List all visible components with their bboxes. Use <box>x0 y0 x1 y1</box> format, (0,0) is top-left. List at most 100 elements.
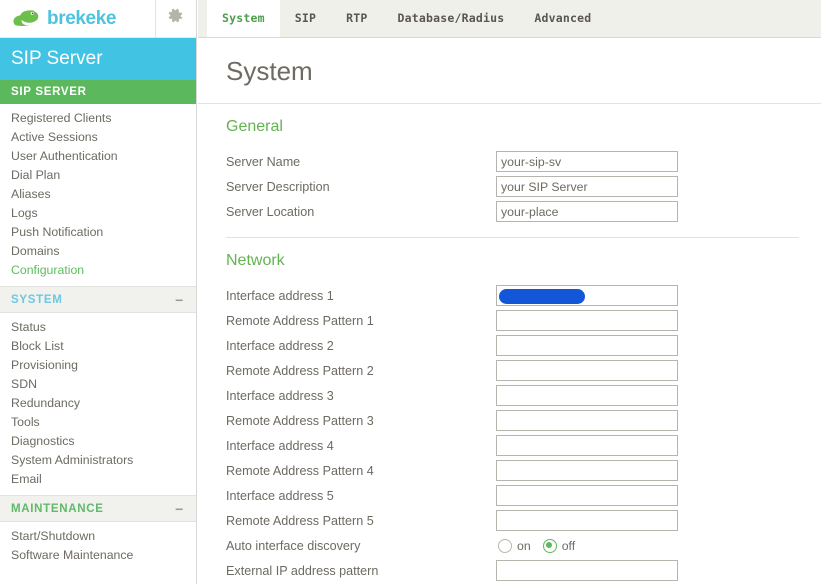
settings-button[interactable] <box>155 0 196 38</box>
field-label: Remote Address Pattern 2 <box>226 363 374 378</box>
sidebar-group-label: SYSTEM <box>11 293 63 306</box>
brand-name: brekeke <box>47 7 117 29</box>
form-row: Server Description <box>226 174 821 199</box>
field-label: External IP address pattern <box>226 563 379 578</box>
server-location-input[interactable] <box>496 201 678 222</box>
field-control: on off <box>496 535 678 556</box>
field-control <box>496 510 678 531</box>
field-control <box>496 360 678 381</box>
field-control <box>496 176 678 197</box>
form-row: Remote Address Pattern 5 <box>226 508 821 533</box>
redaction-highlight <box>499 289 585 304</box>
radio-button-off-selected[interactable] <box>542 538 557 553</box>
interface-address-1-input[interactable] <box>496 285 678 306</box>
tab-advanced[interactable]: Advanced <box>519 0 606 37</box>
interface-address-3-input[interactable] <box>496 385 678 406</box>
tab-database-radius[interactable]: Database/Radius <box>383 0 520 37</box>
sidebar-item-start-shutdown[interactable]: Start/Shutdown <box>0 527 196 546</box>
field-label: Remote Address Pattern 1 <box>226 313 374 328</box>
remote-address-pattern-1-input[interactable] <box>496 310 678 331</box>
sidebar-banner-title: SIP Server <box>11 48 103 69</box>
sidebar-item-push-notification[interactable]: Push Notification <box>0 223 196 242</box>
radio-button-on[interactable] <box>498 538 512 553</box>
sidebar-item-system-administrators[interactable]: System Administrators <box>0 451 196 470</box>
sidebar-item-registered-clients[interactable]: Registered Clients <box>0 109 196 128</box>
field-control <box>496 435 678 456</box>
external-ip-address-pattern-input[interactable] <box>496 560 678 581</box>
interface-address-4-input[interactable] <box>496 435 678 456</box>
sidebar-item-provisioning[interactable]: Provisioning <box>0 356 196 375</box>
sidebar-item-dial-plan[interactable]: Dial Plan <box>0 166 196 185</box>
radio-option-on[interactable]: on <box>498 538 531 553</box>
form-row: Interface address 3 <box>226 383 821 408</box>
page-header: System <box>198 38 821 104</box>
sidebar-item-user-authentication[interactable]: User Authentication <box>0 147 196 166</box>
field-label: Interface address 3 <box>226 388 334 403</box>
sidebar-group-header-sip-server: SIP SERVER <box>0 80 196 104</box>
section-general: General Server Name Server Description Serv… <box>198 104 821 224</box>
section-network: Network Interface address 1 Remote Address… <box>198 238 821 584</box>
sidebar-item-configuration[interactable]: Configuration <box>0 261 196 280</box>
sidebar-group-label: MAINTENANCE <box>11 502 104 515</box>
form-row: Server Location <box>226 199 821 224</box>
form-row: Server Name <box>226 149 821 174</box>
field-control <box>496 310 678 331</box>
tab-rtp[interactable]: RTP <box>331 0 382 37</box>
sidebar-item-domains[interactable]: Domains <box>0 242 196 261</box>
form-row: Remote Address Pattern 4 <box>226 458 821 483</box>
sidebar-item-active-sessions[interactable]: Active Sessions <box>0 128 196 147</box>
sidebar-list: Registered Clients Active Sessions User Au… <box>0 104 196 286</box>
server-name-input[interactable] <box>496 151 678 172</box>
form-row: Interface address 2 <box>226 333 821 358</box>
remote-address-pattern-4-input[interactable] <box>496 460 678 481</box>
minus-icon[interactable]: − <box>175 293 184 307</box>
sidebar-nav: SIP SERVER Registered Clients Active Sessi… <box>0 80 196 571</box>
sidebar-list: Status Block List Provisioning SDN Redundanc… <box>0 313 196 495</box>
field-label: Interface address 5 <box>226 488 334 503</box>
form-row: Remote Address Pattern 3 <box>226 408 821 433</box>
tab-sip[interactable]: SIP <box>280 0 331 37</box>
field-label: Interface address 1 <box>226 288 334 303</box>
page-title: System <box>226 56 313 86</box>
form-row: Interface address 1 <box>226 283 821 308</box>
sidebar-item-diagnostics[interactable]: Diagnostics <box>0 432 196 451</box>
field-label: Auto interface discovery <box>226 538 361 553</box>
sidebar-item-tools[interactable]: Tools <box>0 413 196 432</box>
field-label: Interface address 4 <box>226 438 334 453</box>
field-control <box>496 285 678 306</box>
remote-address-pattern-2-input[interactable] <box>496 360 678 381</box>
form-row: Remote Address Pattern 1 <box>226 308 821 333</box>
interface-address-5-input[interactable] <box>496 485 678 506</box>
field-label: Interface address 2 <box>226 338 334 353</box>
sidebar-item-email[interactable]: Email <box>0 470 196 489</box>
remote-address-pattern-3-input[interactable] <box>496 410 678 431</box>
sidebar-item-block-list[interactable]: Block List <box>0 337 196 356</box>
sidebar-item-aliases[interactable]: Aliases <box>0 185 196 204</box>
minus-icon[interactable]: − <box>175 502 184 516</box>
remote-address-pattern-5-input[interactable] <box>496 510 678 531</box>
section-title: General <box>226 118 283 135</box>
field-label: Remote Address Pattern 4 <box>226 463 374 478</box>
field-label: Remote Address Pattern 3 <box>226 413 374 428</box>
sidebar-item-status[interactable]: Status <box>0 318 196 337</box>
server-description-input[interactable] <box>496 176 678 197</box>
sidebar-item-software-maintenance[interactable]: Software Maintenance <box>0 546 196 565</box>
interface-address-2-input[interactable] <box>496 335 678 356</box>
field-label: Server Description <box>226 179 330 194</box>
brand-bar: brekeke <box>0 0 196 38</box>
form-row: Interface address 5 <box>226 483 821 508</box>
sidebar-group-header-system[interactable]: SYSTEM − <box>0 286 196 313</box>
sidebar-item-sdn[interactable]: SDN <box>0 375 196 394</box>
sidebar-item-logs[interactable]: Logs <box>0 204 196 223</box>
sidebar-list: Start/Shutdown Software Maintenance <box>0 522 196 571</box>
form-row: Auto interface discovery on off <box>226 533 821 558</box>
form-row: Remote Address Pattern 2 <box>226 358 821 383</box>
tab-system[interactable]: System <box>207 0 280 37</box>
brand-logo[interactable]: brekeke <box>0 8 155 30</box>
gear-icon <box>168 8 184 29</box>
radio-option-off[interactable]: off <box>542 538 576 553</box>
sidebar-group-header-maintenance[interactable]: MAINTENANCE − <box>0 495 196 522</box>
sidebar-item-redundancy[interactable]: Redundancy <box>0 394 196 413</box>
app-root: brekeke SIP Server SIP SERVER Registered … <box>0 0 821 584</box>
radio-label: off <box>561 538 576 553</box>
